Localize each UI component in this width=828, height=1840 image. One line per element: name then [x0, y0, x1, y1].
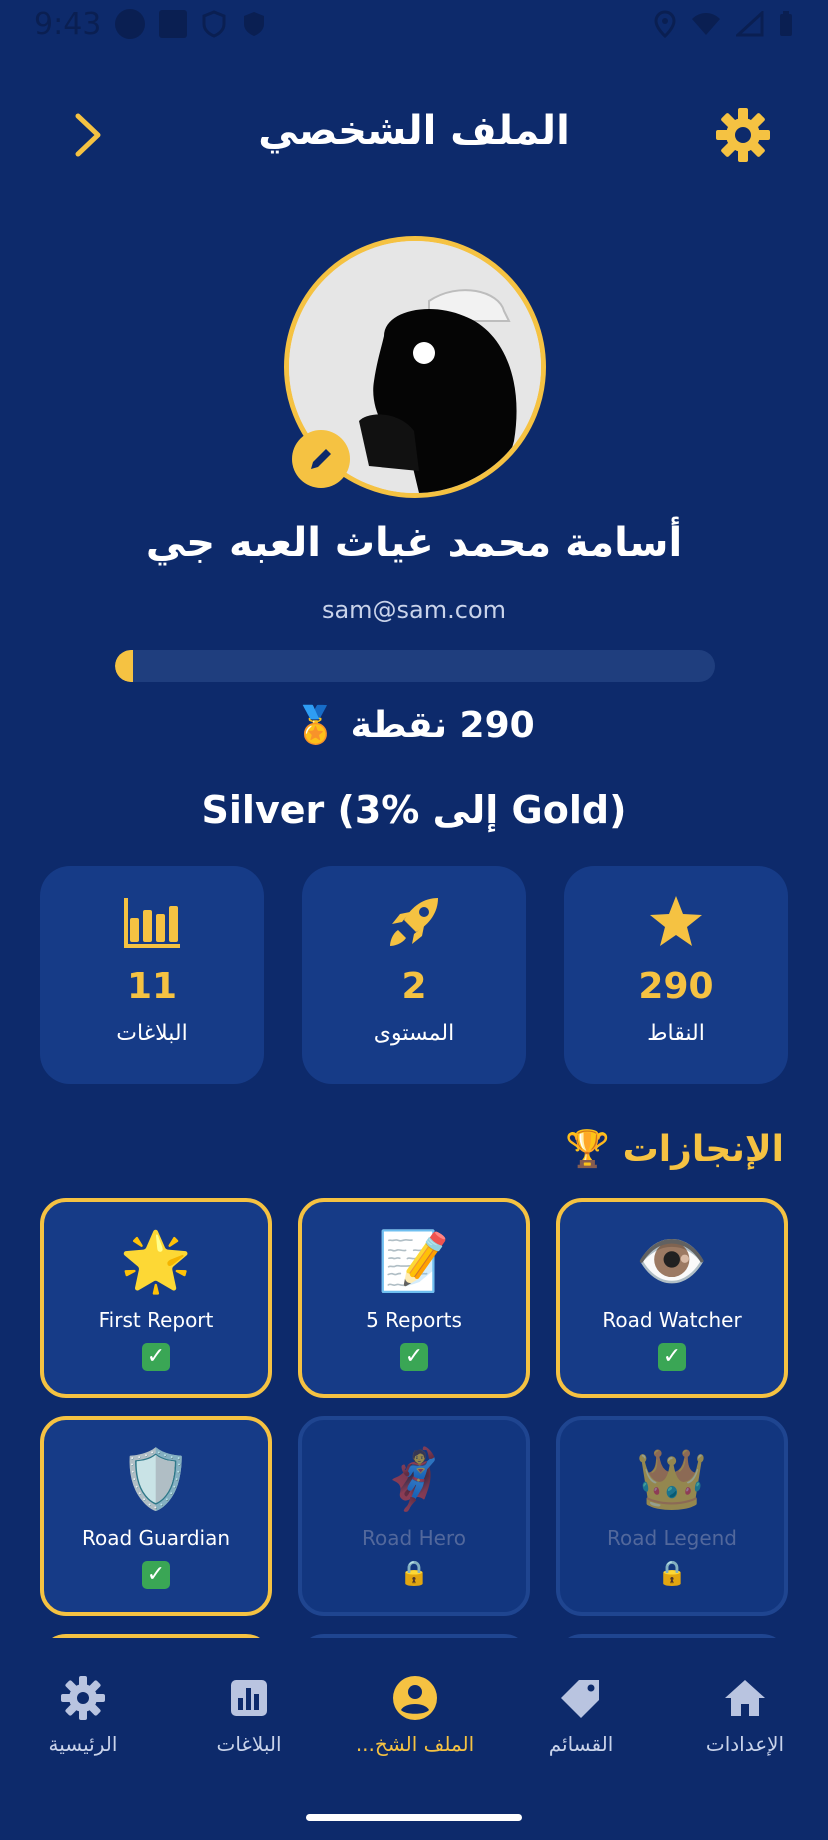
shield-play-icon: [244, 12, 265, 36]
nav-item-reports[interactable]: البلاغات: [174, 1674, 324, 1756]
user-name: أسامة محمد غياث العبه جي: [145, 520, 683, 566]
rocket-icon: [390, 898, 438, 946]
nav-item-settings[interactable]: الرئيسية: [8, 1674, 158, 1756]
achievement-card-partial[interactable]: [298, 1634, 530, 1638]
home-indicator[interactable]: [306, 1814, 522, 1821]
star-icon: [650, 896, 702, 946]
achievement-card-road-legend[interactable]: 👑 Road Legend 🔒: [556, 1416, 788, 1616]
signal-icon: [736, 11, 764, 37]
wifi-icon: [692, 13, 720, 35]
status-bar: 9:43: [0, 0, 828, 48]
check-icon: ✓: [142, 1340, 170, 1371]
header: الملف الشخصي: [0, 100, 828, 172]
user-email: sam@sam.com: [321, 596, 507, 624]
shield-outline-icon: [202, 10, 226, 38]
superhero-icon: 🦸: [377, 1445, 451, 1513]
bottom-nav: الرئيسية البلاغات الملف الشخ... القسائم …: [0, 1640, 828, 1840]
stat-value: 11: [126, 966, 178, 1007]
achievement-card-road-watcher[interactable]: 👁️ Road Watcher ✓: [556, 1198, 788, 1398]
edit-avatar-button[interactable]: [292, 430, 350, 488]
nav-label: القسائم: [548, 1732, 614, 1756]
check-icon: ✓: [658, 1340, 686, 1371]
account-circle-icon: [393, 1676, 437, 1720]
nav-label: الرئيسية: [48, 1732, 118, 1756]
nav-item-coupons[interactable]: القسائم: [506, 1674, 656, 1756]
stats-row: 11 البلاغات 2 المستوى 290 النقاط: [40, 866, 788, 1084]
stat-label: المستوى: [373, 1021, 455, 1046]
rank-summary: Silver (3% إلى Gold): [201, 788, 627, 832]
settings-button[interactable]: [714, 106, 772, 164]
page-title: الملف الشخصي: [258, 108, 570, 154]
tag-icon: [561, 1680, 599, 1718]
nav-label: الإعدادات: [705, 1732, 785, 1756]
achievement-card-road-hero[interactable]: 🦸 Road Hero 🔒: [298, 1416, 530, 1616]
gear-icon: [716, 108, 770, 162]
points-summary: 290 نقطة 🏅: [293, 705, 535, 746]
stat-card-points: 290 النقاط: [564, 866, 788, 1084]
stat-card-reports: 11 البلاغات: [40, 866, 264, 1084]
crown-icon: 👑: [635, 1445, 709, 1513]
achievement-card-partial[interactable]: [556, 1634, 788, 1638]
check-icon: ✓: [400, 1340, 428, 1371]
avatar-container: [284, 236, 546, 498]
glowing-star-icon: 🌟: [119, 1227, 193, 1295]
stat-value: 290: [638, 966, 714, 1007]
achievement-label: Road Legend: [606, 1526, 737, 1550]
battery-icon: [780, 11, 792, 36]
achievement-label: Road Guardian: [81, 1526, 231, 1550]
achievement-card-partial[interactable]: [40, 1634, 272, 1638]
nav-label: الملف الشخ...: [355, 1732, 475, 1756]
achievement-label: Road Hero: [362, 1526, 466, 1550]
check-mark: ✓: [142, 1343, 170, 1371]
level-progress-bar: [115, 650, 715, 682]
memo-icon: 📝: [377, 1227, 451, 1295]
achievements-title: الإنجازات 🏆: [565, 1129, 784, 1170]
home-icon: [725, 1680, 765, 1716]
lock-icon: 🔒: [657, 1559, 687, 1587]
nav-item-home[interactable]: الإعدادات: [670, 1674, 820, 1756]
check-icon: ✓: [142, 1558, 170, 1589]
achievement-card-first-report[interactable]: 🌟 First Report ✓: [40, 1198, 272, 1398]
level-progress-fill: [115, 650, 133, 682]
stat-label: البلاغات: [116, 1021, 188, 1046]
lock-icon: 🔒: [399, 1559, 429, 1587]
stat-card-level: 2 المستوى: [302, 866, 526, 1084]
check-mark: ✓: [400, 1343, 428, 1371]
achievement-label: 5 Reports: [366, 1308, 462, 1332]
achievement-card-road-guardian[interactable]: 🛡️ Road Guardian ✓: [40, 1416, 272, 1616]
app-notification-icon: [159, 10, 188, 38]
status-time: 9:43: [34, 6, 102, 42]
nav-label: البلاغات: [216, 1732, 282, 1756]
location-icon: [654, 10, 676, 38]
shield-icon: 🛡️: [119, 1445, 193, 1513]
eye-icon: 👁️: [635, 1227, 709, 1295]
check-mark: ✓: [658, 1343, 686, 1371]
bar-chart-icon: [124, 898, 180, 948]
check-mark: ✓: [142, 1561, 170, 1589]
pencil-icon: [311, 449, 331, 469]
stat-label: النقاط: [647, 1021, 705, 1046]
nav-item-profile[interactable]: الملف الشخ...: [340, 1674, 490, 1756]
achievement-label: First Report: [98, 1308, 214, 1332]
achievement-label: Road Watcher: [602, 1308, 742, 1332]
notification-icon: [115, 9, 146, 39]
gear-icon: [61, 1676, 105, 1720]
achievement-card-5-reports[interactable]: 📝 5 Reports ✓: [298, 1198, 530, 1398]
bar-chart-icon: [231, 1680, 267, 1716]
achievements-grid: 👁️ Road Watcher ✓ 📝 5 Reports ✓ 🌟 First …: [40, 1198, 788, 1638]
stat-value: 2: [401, 966, 427, 1007]
